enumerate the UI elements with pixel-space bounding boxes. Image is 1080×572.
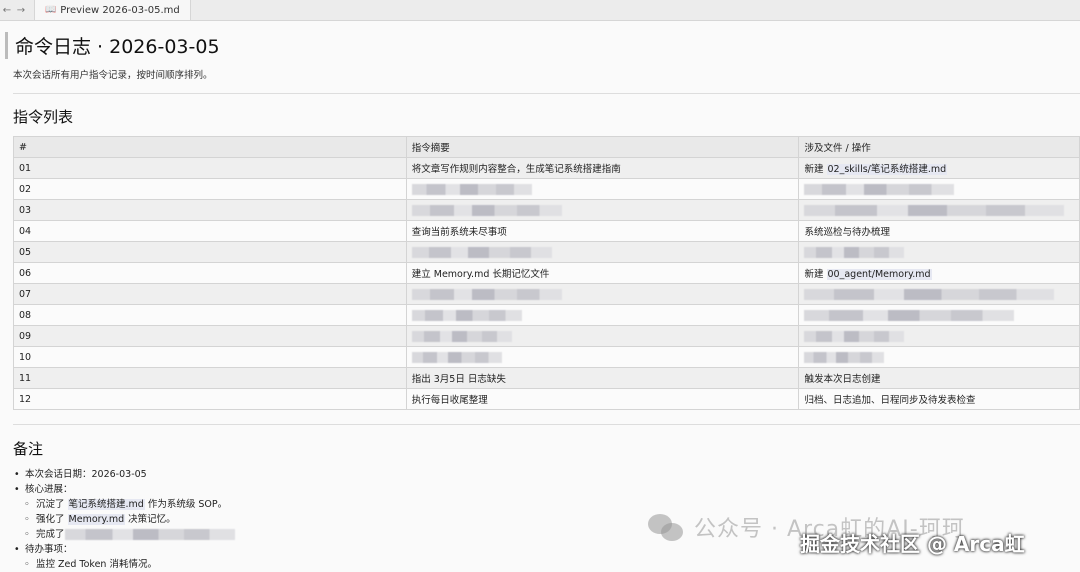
row-operation: 触发本次日志创建: [798, 367, 1080, 389]
table-row: 02: [13, 178, 1080, 200]
row-summary: 将文章写作规则内容整合，生成笔记系统搭建指南: [405, 157, 800, 179]
row-operation-redacted: [798, 283, 1080, 305]
list-item: 核心进展：: [13, 482, 235, 497]
row-summary-redacted: [405, 304, 800, 326]
tab-preview[interactable]: 📖 Preview 2026-03-05.md: [34, 0, 191, 20]
row-summary: 执行每日收尾整理: [405, 388, 800, 410]
wechat-icon: [648, 512, 686, 542]
row-summary-redacted: [405, 346, 800, 368]
page-title: 命令日志 · 2026-03-05: [15, 36, 220, 58]
command-table: # 指令摘要 涉及文件 / 操作 01 将文章写作规则内容整合，生成笔记系统搭建…: [13, 136, 1080, 410]
row-operation: 系统巡检与待办梳理: [798, 220, 1080, 242]
row-operation-redacted: [798, 241, 1080, 263]
table-row: 04 查询当前系统未尽事项 系统巡检与待办梳理: [13, 220, 1080, 242]
page-subtitle: 本次会话所有用户指令记录，按时间顺序排列。: [13, 70, 213, 81]
divider: [13, 424, 1080, 425]
row-operation: 新建 00_agent/Memory.md: [798, 262, 1080, 284]
row-number: 06: [13, 262, 407, 284]
table-header: #: [13, 136, 407, 158]
row-operation-redacted: [798, 304, 1080, 326]
table-row: 05: [13, 241, 1080, 263]
row-number: 02: [13, 178, 407, 200]
table-row: 01 将文章写作规则内容整合，生成笔记系统搭建指南 新建 02_skills/笔…: [13, 157, 1080, 179]
table-row: 08: [13, 304, 1080, 326]
row-operation-redacted: [798, 325, 1080, 347]
row-number: 03: [13, 199, 407, 221]
back-arrow-icon[interactable]: ←: [0, 5, 14, 16]
book-icon: 📖: [45, 5, 57, 15]
row-summary-redacted: [405, 325, 800, 347]
row-summary: 建立 Memory.md 长期记忆文件: [405, 262, 800, 284]
row-operation: 归档、日志追加、日程同步及待发表检查: [798, 388, 1080, 410]
table-row: 06 建立 Memory.md 长期记忆文件 新建 00_agent/Memor…: [13, 262, 1080, 284]
row-summary-redacted: [405, 178, 800, 200]
notes-list: 本次会话日期：2026-03-05 核心进展： 沉淀了 笔记系统搭建.md 作为…: [13, 467, 235, 572]
row-number: 04: [13, 220, 407, 242]
table-row: 12 执行每日收尾整理 归档、日志追加、日程同步及待发表检查: [13, 388, 1080, 410]
table-row: 09: [13, 325, 1080, 347]
table-header: 涉及文件 / 操作: [798, 136, 1080, 158]
table-row: 03: [13, 199, 1080, 221]
list-item: 沉淀了 笔记系统搭建.md 作为系统级 SOP。: [13, 497, 235, 512]
row-operation: 新建 02_skills/笔记系统搭建.md: [798, 157, 1080, 179]
row-number: 12: [13, 388, 407, 410]
list-item: 完成了: [13, 527, 235, 542]
juejin-watermark: 掘金技术社区 @ Arca虹: [800, 532, 1025, 556]
list-item: 本次会话日期：2026-03-05: [13, 467, 235, 482]
tab-bar: ← → 📖 Preview 2026-03-05.md: [0, 0, 1080, 21]
forward-arrow-icon[interactable]: →: [14, 5, 28, 16]
row-number: 09: [13, 325, 407, 347]
list-item: 待办事项：: [13, 542, 235, 557]
page-title-block: 命令日志 · 2026-03-05: [5, 32, 220, 59]
list-item: 监控 Zed Token 消耗情况。: [13, 557, 235, 572]
tab-label: Preview 2026-03-05.md: [60, 4, 180, 16]
row-number: 08: [13, 304, 407, 326]
table-row: 07: [13, 283, 1080, 305]
divider: [13, 93, 1080, 94]
row-operation-redacted: [798, 346, 1080, 368]
table-row: 10: [13, 346, 1080, 368]
row-number: 01: [13, 157, 407, 179]
row-summary-redacted: [405, 241, 800, 263]
row-number: 11: [13, 367, 407, 389]
table-header: 指令摘要: [405, 136, 800, 158]
row-summary: 指出 3月5日 日志缺失: [405, 367, 800, 389]
list-item: 强化了 Memory.md 决策记忆。: [13, 512, 235, 527]
row-number: 10: [13, 346, 407, 368]
row-number: 07: [13, 283, 407, 305]
table-row: 11 指出 3月5日 日志缺失 触发本次日志创建: [13, 367, 1080, 389]
section-heading-commands: 指令列表: [13, 108, 74, 126]
row-operation-redacted: [798, 178, 1080, 200]
row-summary-redacted: [405, 199, 800, 221]
section-heading-notes: 备注: [13, 440, 44, 458]
row-operation-redacted: [798, 199, 1080, 221]
row-number: 05: [13, 241, 407, 263]
row-summary: 查询当前系统未尽事项: [405, 220, 800, 242]
row-summary-redacted: [405, 283, 800, 305]
